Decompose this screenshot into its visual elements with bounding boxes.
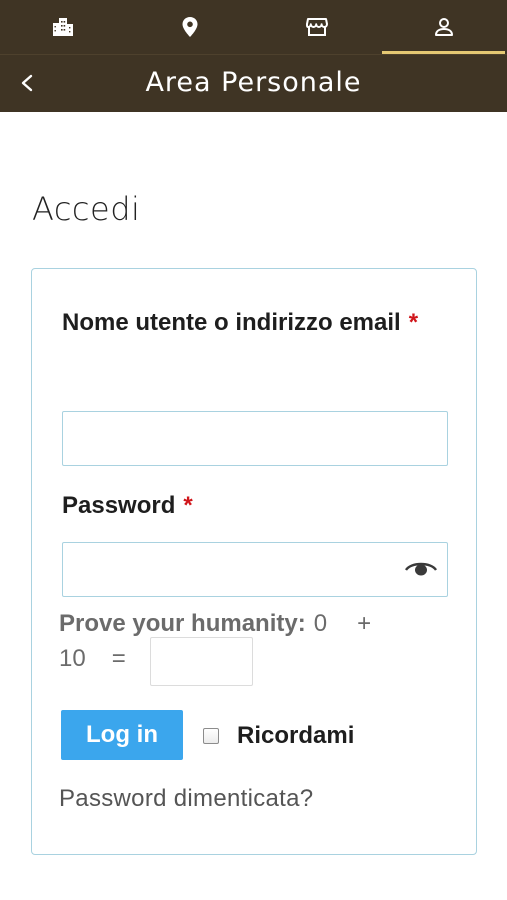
username-label: Nome utente o indirizzo email * — [62, 296, 442, 350]
remember-me-checkbox[interactable] — [203, 728, 219, 744]
store-icon — [305, 18, 328, 36]
password-field[interactable] — [62, 542, 448, 597]
captcha-operator: + — [357, 610, 372, 637]
location-pin-icon — [182, 17, 198, 37]
captcha-label: Prove your humanity: — [59, 610, 306, 637]
login-form: Nome utente o indirizzo email * Password *… — [31, 268, 477, 855]
password-label: Password * — [62, 479, 442, 533]
password-label-text: Password — [62, 492, 176, 519]
user-icon — [434, 18, 453, 36]
captcha-question-row2: 10 = — [59, 640, 126, 678]
top-tab-bar — [0, 0, 507, 54]
username-label-text: Nome utente o indirizzo email — [62, 309, 401, 336]
header-title: Area Personale — [145, 67, 362, 98]
building-icon — [53, 18, 74, 36]
captcha-equals: = — [111, 645, 126, 672]
tab-personal-area[interactable] — [380, 0, 507, 54]
required-mark: * — [408, 309, 419, 336]
eye-icon[interactable] — [405, 559, 437, 581]
app-header: Area Personale — [0, 54, 507, 112]
tab-location[interactable] — [127, 0, 254, 54]
captcha-answer-field[interactable] — [150, 637, 253, 686]
username-field[interactable] — [62, 411, 448, 466]
remember-me-label[interactable]: Ricordami — [237, 718, 354, 754]
captcha-operand-b: 10 — [59, 645, 86, 672]
tab-buildings[interactable] — [0, 0, 127, 54]
forgot-password-link[interactable]: Password dimenticata? — [59, 781, 313, 817]
login-button[interactable]: Log in — [61, 710, 183, 760]
required-mark: * — [183, 492, 193, 519]
captcha-operand-a: 0 — [313, 610, 328, 637]
page-title: Accedi — [32, 190, 141, 228]
captcha-question: Prove your humanity: 0 + — [59, 605, 459, 643]
tab-store[interactable] — [254, 0, 381, 54]
